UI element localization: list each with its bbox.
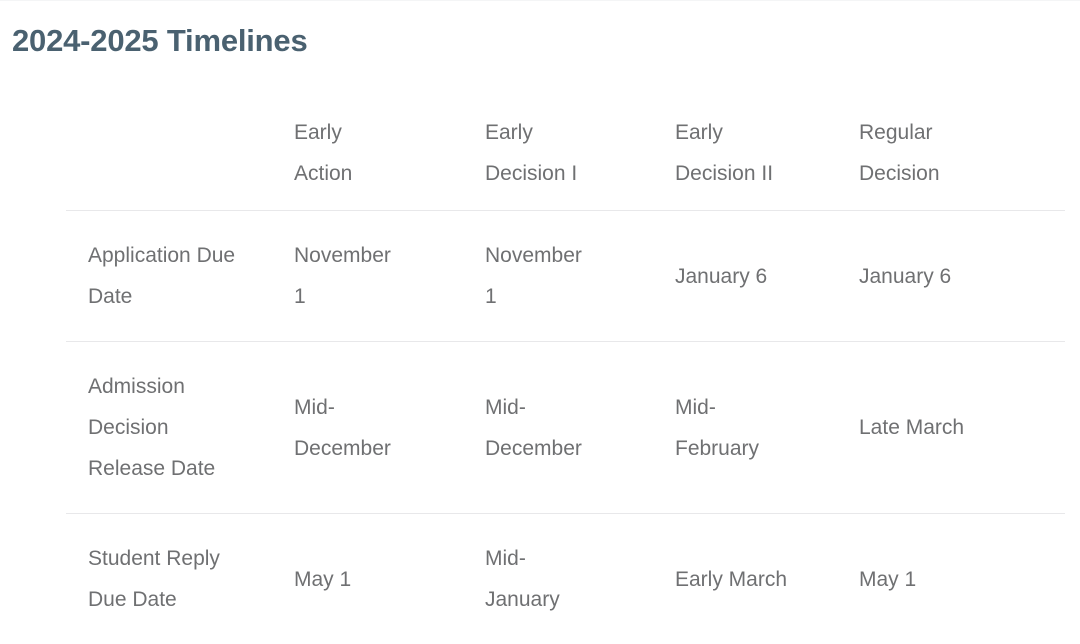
row-header-label: Admission Decision Release Date [66,366,236,489]
table-cell-value: Early March [653,559,789,600]
table-row: Student Reply Due Date May 1 Mid-January… [66,514,1065,644]
table-cell-value: January 6 [653,256,789,297]
column-header-early-decision-i-label: Early Decision I [463,112,593,194]
table-cell-value: January 6 [837,256,1017,297]
column-header-early-action-label: Early Action [272,112,402,194]
column-header-regular-decision: Regular Decision [837,112,1065,211]
row-header-student-reply-due-date: Student Reply Due Date [66,514,272,644]
table-corner-header [66,112,272,211]
table-cell: November 1 [463,211,653,342]
row-header-label: Application Due Date [66,235,236,317]
table-cell-value: November 1 [272,235,408,317]
table-cell: May 1 [837,514,1065,644]
table-cell-value: Mid-December [272,387,408,469]
row-header-application-due-date: Application Due Date [66,211,272,342]
admissions-timeline-table: Early Action Early Decision I Early Deci… [66,112,1065,644]
table-cell: November 1 [272,211,463,342]
page-title: 2024-2025 Timelines [0,0,1080,60]
row-header-admission-decision-release-date: Admission Decision Release Date [66,342,272,514]
column-header-early-decision-i: Early Decision I [463,112,653,211]
table-cell-value: November 1 [463,235,599,317]
table-cell: Mid-December [463,342,653,514]
column-header-early-action: Early Action [272,112,463,211]
table-cell: January 6 [837,211,1065,342]
column-header-regular-decision-label: Regular Decision [837,112,967,194]
page-top-divider [0,0,1080,1]
table-header: Early Action Early Decision I Early Deci… [66,112,1065,211]
table-cell-value: May 1 [272,559,408,600]
column-header-early-decision-ii: Early Decision II [653,112,837,211]
table-cell: January 6 [653,211,837,342]
table-row: Admission Decision Release Date Mid-Dece… [66,342,1065,514]
table-cell: Mid-February [653,342,837,514]
table-cell-value: Late March [837,407,1017,448]
table-cell-value: Mid-December [463,387,599,469]
table-header-row: Early Action Early Decision I Early Deci… [66,112,1065,211]
table-cell-value: Mid-February [653,387,789,469]
timeline-table-container: Early Action Early Decision I Early Deci… [0,60,1080,644]
table-cell: Mid-December [272,342,463,514]
table-cell: Early March [653,514,837,644]
table-cell: Late March [837,342,1065,514]
row-header-label: Student Reply Due Date [66,538,236,620]
table-cell: May 1 [272,514,463,644]
column-header-early-decision-ii-label: Early Decision II [653,112,783,194]
table-body: Application Due Date November 1 November… [66,211,1065,644]
table-row: Application Due Date November 1 November… [66,211,1065,342]
table-cell-value: Mid-January [463,538,599,620]
table-cell-value: May 1 [837,559,1017,600]
table-cell: Mid-January [463,514,653,644]
